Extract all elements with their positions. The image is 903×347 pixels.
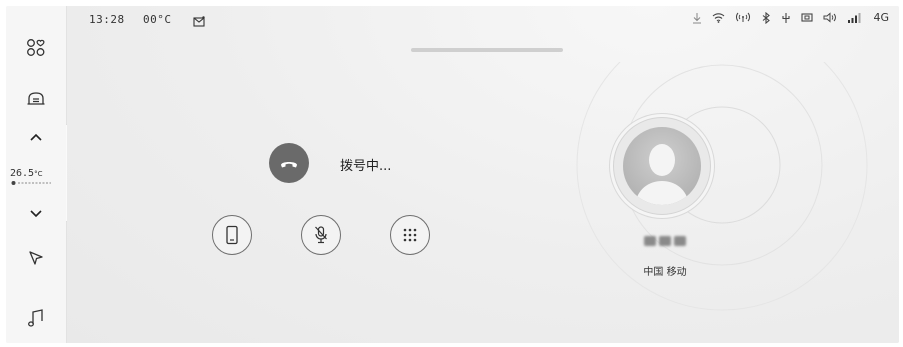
car-button[interactable] <box>6 86 66 112</box>
wifi-icon <box>713 13 725 23</box>
fan-level-icon <box>11 181 51 185</box>
apps-icon <box>27 39 45 56</box>
drag-handle[interactable] <box>411 48 563 52</box>
phone-handset-icon <box>226 225 238 245</box>
dialpad-button[interactable] <box>390 215 430 255</box>
call-screen: 13:28 00°C 4G 拨号中... 中国 移动 <box>67 6 899 343</box>
usb-icon <box>782 12 791 23</box>
apps-button[interactable] <box>6 34 66 62</box>
call-status: 拨号中... <box>340 159 392 174</box>
navigation-icon <box>29 251 43 265</box>
temp-up-button[interactable] <box>6 127 66 147</box>
temperature-unit: °C <box>34 170 43 178</box>
car-screen: 26.5°C 13:28 00°C 4G 拨号中... 中国 移动 <box>6 6 899 343</box>
music-button[interactable] <box>6 306 66 330</box>
mic-mute-icon <box>315 226 327 244</box>
hang-up-button[interactable] <box>269 143 309 183</box>
volume-icon <box>823 12 837 23</box>
dialpad-icon <box>403 228 417 242</box>
ripple-rings <box>576 62 868 311</box>
temp-down-button[interactable] <box>6 204 66 224</box>
status-bar: 13:28 00°C 4G <box>67 6 899 32</box>
clock: 13:28 <box>89 13 125 26</box>
sidebar: 26.5°C <box>6 6 67 343</box>
chevron-up-icon <box>30 133 42 141</box>
music-icon <box>28 309 43 327</box>
contact-avatar <box>613 117 711 215</box>
chevron-down-icon <box>30 210 42 218</box>
temperature-value: 26.5 <box>10 168 35 179</box>
network-type: 4G <box>873 11 889 24</box>
mute-button[interactable] <box>301 215 341 255</box>
carrier-label: 中国 移动 <box>643 267 687 278</box>
phone-mode-button[interactable] <box>212 215 252 255</box>
hang-up-icon <box>281 162 297 168</box>
message-icon[interactable] <box>193 12 205 31</box>
navigation-button[interactable] <box>6 246 66 270</box>
outside-temperature: 00°C <box>143 13 172 26</box>
caller-name-redacted <box>635 233 695 249</box>
temperature-display: 26.5°C <box>6 161 66 185</box>
person-icon <box>635 144 689 205</box>
car-icon <box>27 92 45 105</box>
avatar <box>623 127 701 205</box>
hotspot-icon <box>736 12 751 22</box>
bluetooth-icon <box>763 11 771 24</box>
signal-icon <box>848 13 861 23</box>
camera-icon <box>801 13 814 22</box>
status-icons: 4G <box>692 11 889 24</box>
download-icon <box>693 12 702 23</box>
